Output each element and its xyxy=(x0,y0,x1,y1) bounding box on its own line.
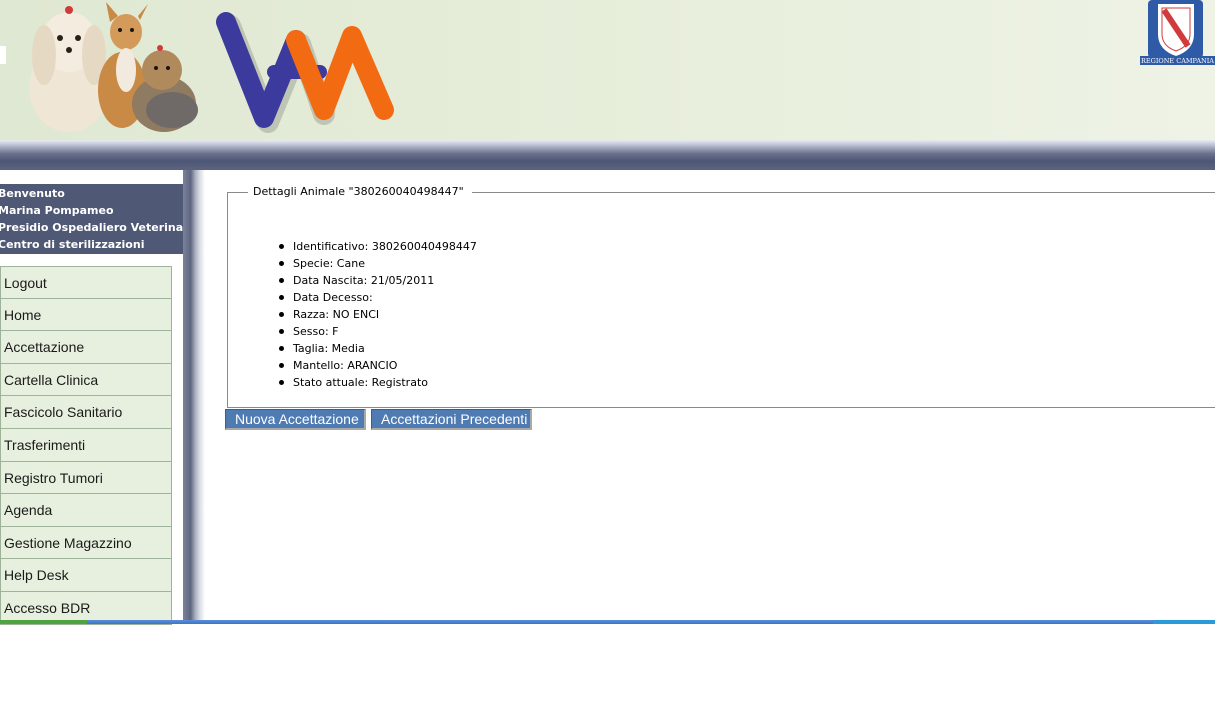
animal-details-fieldset: Dettagli Animale "380260040498447" Ident… xyxy=(227,184,1215,408)
field-data-nascita: Data Nascita: 21/05/2011 xyxy=(275,272,477,289)
menu-item-registro-tumori[interactable]: Registro Tumori xyxy=(0,461,172,495)
field-stato-attuale: Stato attuale: Registrato xyxy=(275,374,477,391)
menu-item-logout[interactable]: Logout xyxy=(0,266,172,299)
welcome-user-name: Marina Pompameo xyxy=(0,204,114,217)
taskbar-tray xyxy=(1153,620,1215,624)
animal-details-legend: Dettagli Animale "380260040498447" xyxy=(248,184,472,200)
sidebar: Benvenuto Marina Pompameo Presidio Osped… xyxy=(0,170,200,625)
menu-item-help-desk[interactable]: Help Desk xyxy=(0,559,172,592)
menu-item-home[interactable]: Home xyxy=(0,298,172,332)
field-razza: Razza: NO ENCI xyxy=(275,306,477,323)
menu-item-agenda[interactable]: Agenda xyxy=(0,494,172,527)
field-data-decesso: Data Decesso: xyxy=(275,289,477,306)
header-banner: REGIONE CAMPANIA xyxy=(0,0,1215,140)
new-acceptance-button[interactable]: Nuova Accettazione xyxy=(225,409,366,430)
field-taglia: Taglia: Media xyxy=(275,340,477,357)
field-mantello: Mantello: ARANCIO xyxy=(275,357,477,374)
welcome-role: Presidio Ospedaliero Veterinario xyxy=(0,221,200,234)
welcome-center: Centro di sterilizzazioni xyxy=(0,238,145,251)
sidebar-divider xyxy=(183,170,205,621)
field-sesso: Sesso: F xyxy=(275,323,477,340)
header-marker xyxy=(0,46,6,64)
header-band xyxy=(0,140,1215,170)
welcome-box: Benvenuto Marina Pompameo Presidio Osped… xyxy=(0,184,200,254)
welcome-greeting: Benvenuto xyxy=(0,187,65,200)
menu-item-gestione-magazzino[interactable]: Gestione Magazzino xyxy=(0,526,172,560)
field-identificativo: Identificativo: 380260040498447 xyxy=(275,238,477,255)
crest-caption: REGIONE CAMPANIA xyxy=(1141,57,1214,65)
animal-details-list: Identificativo: 380260040498447 Specie: … xyxy=(275,238,477,391)
menu-item-fascicolo-sanitario[interactable]: Fascicolo Sanitario xyxy=(0,396,172,429)
menu-item-accettazione[interactable]: Accettazione xyxy=(0,331,172,364)
dogs-image xyxy=(29,2,198,132)
menu-item-cartella-clinica[interactable]: Cartella Clinica xyxy=(0,363,172,397)
sidebar-menu: Logout Home Accettazione Cartella Clinic… xyxy=(0,266,172,625)
os-taskbar xyxy=(0,620,1215,624)
taskbar-start-button[interactable] xyxy=(0,620,87,624)
regione-campania-crest: REGIONE CAMPANIA xyxy=(1140,0,1215,65)
menu-item-trasferimenti[interactable]: Trasferimenti xyxy=(0,428,172,462)
vam-logo xyxy=(216,12,394,133)
field-specie: Specie: Cane xyxy=(275,255,477,272)
previous-acceptances-button[interactable]: Accettazioni Precedenti xyxy=(371,409,532,430)
